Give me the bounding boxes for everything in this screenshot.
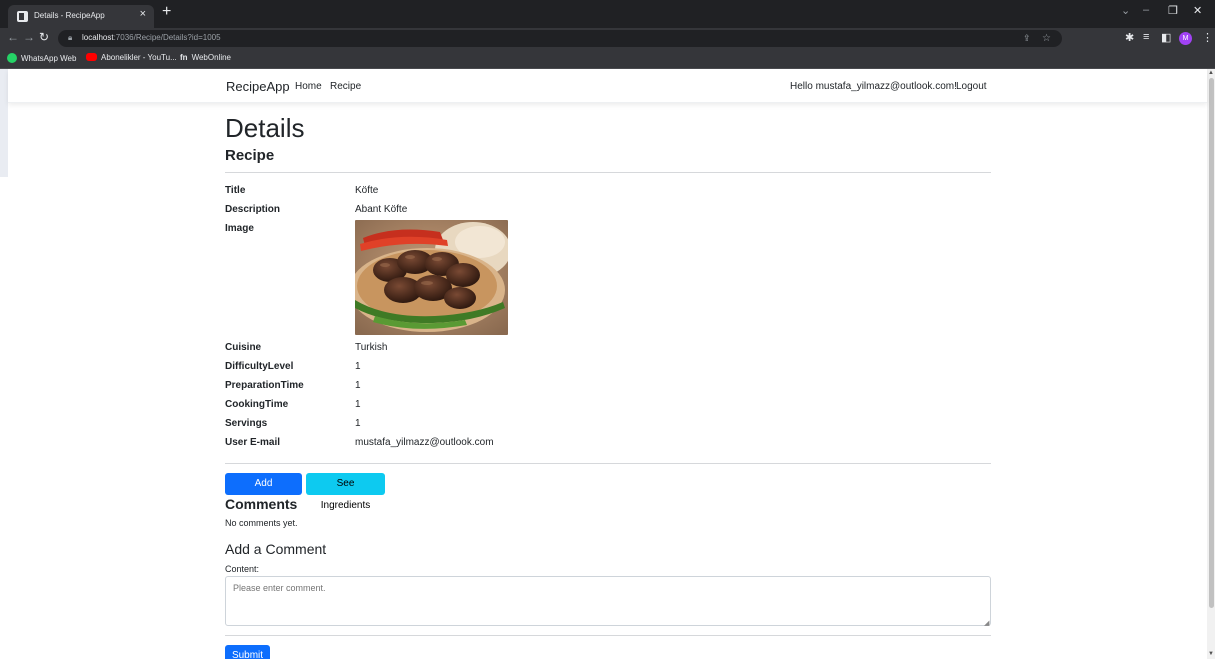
comment-textarea[interactable]: [225, 576, 991, 626]
divider: [225, 635, 991, 636]
detail-label-difficulty: DifficultyLevel: [225, 361, 294, 372]
add-ingredient-button[interactable]: Add Ingredient: [225, 473, 302, 511]
tab-title: Details - RecipeApp: [34, 11, 105, 20]
detail-value-cooking-time: 1: [355, 399, 361, 410]
page-subtitle: Recipe: [225, 147, 275, 164]
divider: [225, 463, 991, 464]
tab-search-icon[interactable]: ⌄: [1121, 4, 1130, 17]
detail-value-servings: 1: [355, 418, 361, 429]
detail-label-cooking-time: CookingTime: [225, 399, 289, 410]
whatsapp-icon: [7, 53, 17, 63]
comments-heading: Comments: [225, 496, 298, 512]
user-greeting-link[interactable]: Hello mustafa_yilmazz@outlook.com!: [790, 81, 957, 92]
detail-label-preparation-time: PreparationTime: [225, 380, 304, 391]
side-panel-icon[interactable]: ◧: [1161, 31, 1171, 44]
bookmark-webonline[interactable]: fn WebOnline: [180, 53, 231, 62]
close-window-icon[interactable]: ✕: [1193, 4, 1202, 17]
page-title: Details: [225, 113, 305, 143]
menu-kebab-icon[interactable]: ⋮: [1202, 31, 1213, 44]
logout-button[interactable]: Logout: [956, 81, 987, 92]
address-bar[interactable]: 🔒︎ localhost:7036/Recipe/Details?id=1005…: [58, 30, 1062, 47]
scroll-down-icon[interactable]: ▼: [1208, 651, 1214, 657]
scrollbar-thumb[interactable]: [1209, 78, 1214, 608]
detail-value-preparation-time: 1: [355, 380, 361, 391]
kofte-photo: [355, 220, 508, 335]
profile-avatar[interactable]: M: [1179, 32, 1192, 45]
extensions-icon[interactable]: ✱: [1125, 31, 1134, 44]
left-strip: [0, 69, 8, 177]
browser-toolbar: ← → ↻ 🔒︎ localhost:7036/Recipe/Details?i…: [0, 28, 1215, 49]
bookmark-whatsapp[interactable]: WhatsApp Web: [7, 53, 76, 63]
reading-list-icon[interactable]: ≡: [1143, 31, 1149, 43]
url-text: localhost:7036/Recipe/Details?id=1005: [82, 33, 221, 42]
nav-link-recipe[interactable]: Recipe: [330, 81, 361, 92]
page-favicon-icon: [17, 11, 28, 22]
detail-value-user-email: mustafa_yilmazz@outlook.com: [355, 437, 494, 448]
detail-value-cuisine: Turkish: [355, 342, 388, 353]
content-label: Content:: [225, 564, 260, 574]
no-comments-text: No comments yet.: [225, 518, 298, 528]
minimize-icon[interactable]: –: [1143, 4, 1149, 16]
bookmarks-bar: WhatsApp Web Abonelikler - YouTu... fn We…: [0, 49, 1215, 69]
divider: [225, 172, 991, 173]
submit-button[interactable]: Submit: [225, 645, 270, 659]
forward-icon[interactable]: →: [23, 30, 35, 44]
app-navbar: RecipeApp Home Recipe Hello mustafa_yilm…: [8, 69, 1207, 103]
recipe-image: [355, 220, 508, 335]
bookmark-star-icon[interactable]: ☆: [1042, 33, 1051, 44]
restore-icon[interactable]: ❐: [1168, 4, 1178, 17]
browser-tab[interactable]: Details - RecipeApp ×: [8, 5, 154, 28]
lock-icon[interactable]: 🔒︎: [68, 33, 72, 43]
brand-link[interactable]: RecipeApp: [226, 79, 290, 94]
back-icon[interactable]: ←: [7, 30, 19, 44]
tab-close-icon[interactable]: ×: [140, 8, 146, 20]
detail-label-description: Description: [225, 204, 281, 215]
detail-value-difficulty: 1: [355, 361, 361, 372]
detail-value-description: Abant Köfte: [355, 204, 408, 215]
detail-label-title: Title: [225, 185, 246, 196]
webonline-icon: fn: [180, 53, 188, 62]
share-icon[interactable]: ⇪: [1023, 33, 1031, 44]
new-tab-icon[interactable]: +: [162, 3, 171, 21]
add-comment-heading: Add a Comment: [225, 541, 327, 557]
bookmark-youtube[interactable]: Abonelikler - YouTu...: [86, 53, 177, 62]
scroll-up-icon[interactable]: ▲: [1208, 70, 1214, 76]
detail-value-title: Köfte: [355, 185, 379, 196]
reload-icon[interactable]: ↻: [39, 30, 49, 44]
youtube-icon: [86, 53, 97, 61]
detail-label-servings: Servings: [225, 418, 268, 429]
browser-tab-bar: Details - RecipeApp × + ⌄ – ❐ ✕: [0, 0, 1215, 28]
detail-label-user-email: User E-mail: [225, 437, 281, 448]
resize-grip-icon[interactable]: ◢: [984, 619, 989, 627]
detail-label-image: Image: [225, 223, 254, 234]
detail-label-cuisine: Cuisine: [225, 342, 262, 353]
see-ingredients-button[interactable]: See Ingredients: [306, 473, 385, 511]
nav-link-home[interactable]: Home: [295, 81, 322, 92]
